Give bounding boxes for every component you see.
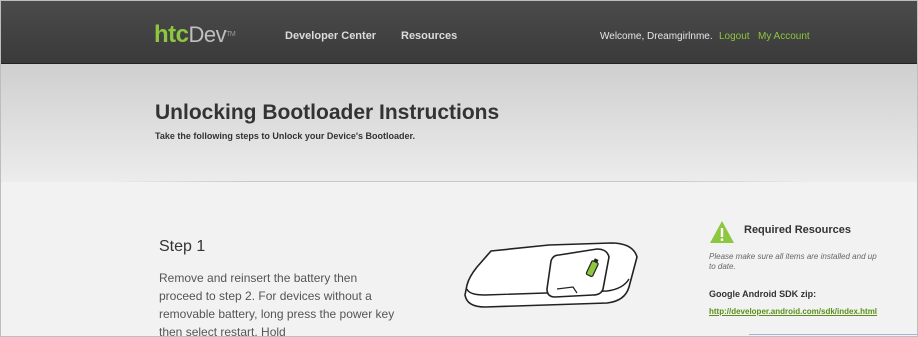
logout-link[interactable]: Logout bbox=[719, 31, 750, 42]
nav-resources[interactable]: Resources bbox=[401, 30, 457, 42]
logo-dev: Dev bbox=[188, 22, 227, 47]
page-subtitle: Take the following steps to Unlock your … bbox=[155, 131, 416, 141]
sdk-download-link[interactable]: http://developer.android.com/sdk/index.h… bbox=[709, 307, 877, 317]
warning-icon bbox=[710, 221, 734, 243]
page-frame: htcDevTM Developer Center Resources Welc… bbox=[0, 0, 918, 337]
logo-htc: htc bbox=[154, 21, 189, 48]
my-account-link[interactable]: My Account bbox=[758, 31, 810, 42]
sdk-title: Google Android SDK zip: bbox=[709, 289, 817, 299]
bottom-divider bbox=[749, 334, 917, 335]
welcome-text: Welcome, Dreamgirlnme. bbox=[600, 31, 713, 42]
page-title: Unlocking Bootloader Instructions bbox=[155, 101, 500, 124]
htcdev-logo[interactable]: htcDevTM bbox=[154, 21, 236, 48]
logo-trademark: TM bbox=[226, 31, 236, 38]
step-title: Step 1 bbox=[159, 238, 206, 255]
top-navigation-bar: htcDevTM Developer Center Resources Welc… bbox=[1, 1, 917, 64]
required-resources-title: Required Resources bbox=[744, 224, 851, 236]
resources-note: Please make sure all items are installed… bbox=[709, 252, 877, 271]
nav-developer-center[interactable]: Developer Center bbox=[285, 30, 376, 42]
step-instructions: Remove and reinsert the battery then pro… bbox=[159, 271, 395, 337]
phone-battery-illustration bbox=[464, 242, 638, 308]
